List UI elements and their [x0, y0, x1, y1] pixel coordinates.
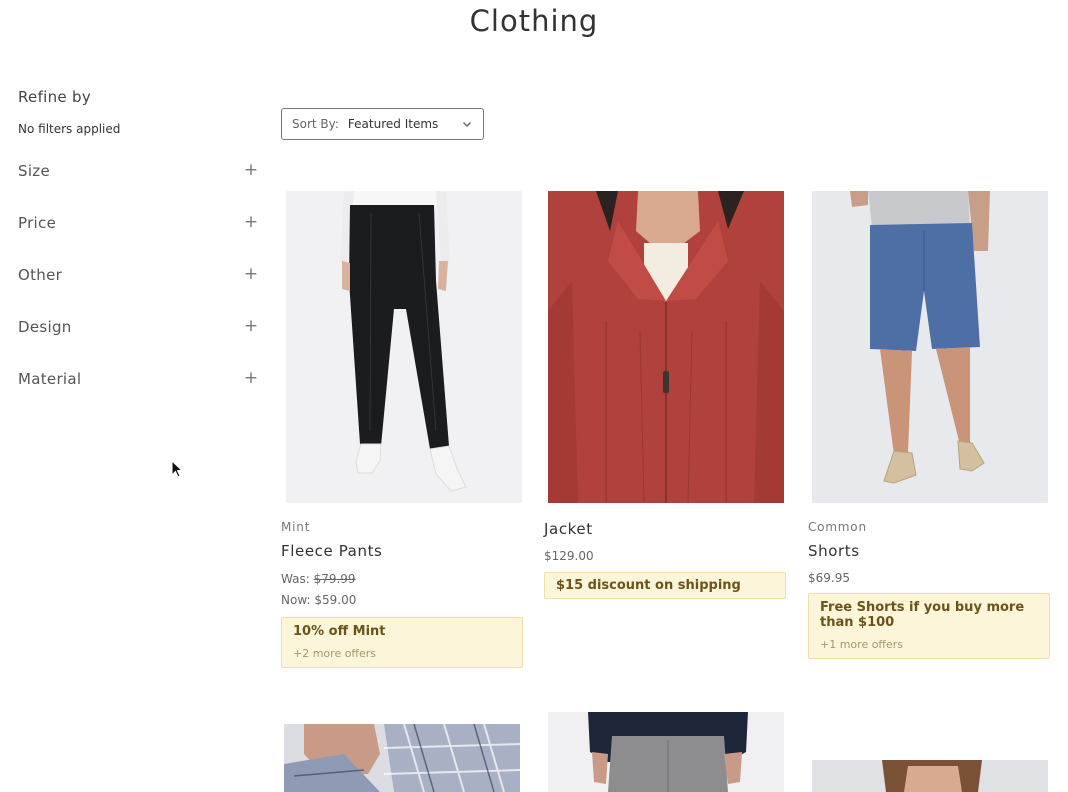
product-image-shorts[interactable]	[812, 191, 1048, 503]
offer-title: 10% off Mint	[293, 624, 386, 639]
facet-other[interactable]: Other +	[18, 266, 260, 318]
product-brand: Mint	[281, 520, 311, 534]
facet-label: Material	[18, 370, 82, 388]
facet-design[interactable]: Design +	[18, 318, 260, 370]
product-card: Mint Fleece Pants Was: $79.99 Now: $59.0…	[281, 191, 523, 668]
now-label: Now:	[281, 593, 311, 607]
filter-sidebar: Refine by No filters applied Size + Pric…	[18, 88, 260, 422]
facet-size[interactable]: Size +	[18, 162, 260, 214]
offer-title: $15 discount on shipping	[556, 578, 741, 593]
chevron-down-icon	[463, 122, 471, 127]
product-image-plaid-shirt[interactable]	[284, 724, 520, 792]
product-card: Jacket $129.00 $15 discount on shipping	[544, 191, 786, 599]
plus-icon[interactable]: +	[243, 318, 259, 335]
facet-label: Design	[18, 318, 72, 336]
offer-badge[interactable]: Free Shorts if you buy more than $100 +1…	[808, 593, 1050, 659]
product-card: Common Shorts $69.95 Free Shorts if you …	[808, 191, 1050, 659]
mouse-cursor-icon	[171, 460, 183, 478]
offer-badge[interactable]: 10% off Mint +2 more offers	[281, 617, 523, 668]
sort-label: Sort By:	[292, 117, 339, 131]
facet-label: Price	[18, 214, 57, 232]
page-title: Clothing	[469, 4, 599, 38]
product-image-fleece-pants[interactable]	[286, 191, 522, 503]
facet-list: Size + Price + Other + Design + Material…	[18, 162, 260, 422]
was-price: $79.99	[313, 572, 356, 586]
now-price: $59.00	[314, 593, 357, 607]
product-name[interactable]: Shorts	[808, 542, 1050, 560]
product-price: Was: $79.99 Now: $59.00	[281, 569, 523, 611]
plus-icon[interactable]: +	[243, 266, 259, 283]
sort-value: Featured Items	[347, 117, 439, 131]
product-image-jacket[interactable]	[548, 191, 784, 503]
product-image-blue-top[interactable]	[812, 760, 1048, 792]
sort-select[interactable]: Sort By: Featured Items	[281, 108, 484, 140]
facet-price[interactable]: Price +	[18, 214, 260, 266]
facet-material[interactable]: Material +	[18, 370, 260, 422]
facet-label: Size	[18, 162, 50, 180]
was-label: Was:	[281, 572, 310, 586]
facet-label: Other	[18, 266, 63, 284]
product-price: $69.95	[808, 571, 850, 585]
offer-title: Free Shorts if you buy more than $100	[820, 600, 1025, 630]
more-offers-link[interactable]: +1 more offers	[820, 638, 1038, 651]
refine-heading: Refine by	[18, 88, 92, 106]
plus-icon[interactable]: +	[243, 214, 259, 231]
product-image-grey-pants[interactable]	[548, 712, 784, 792]
plus-icon[interactable]: +	[243, 370, 259, 387]
product-price: $129.00	[544, 549, 594, 563]
product-brand: Common	[808, 520, 867, 534]
product-name[interactable]: Fleece Pants	[281, 542, 523, 560]
product-name[interactable]: Jacket	[544, 520, 786, 538]
more-offers-link[interactable]: +2 more offers	[293, 647, 511, 660]
offer-badge[interactable]: $15 discount on shipping	[544, 572, 786, 599]
filters-status: No filters applied	[18, 122, 121, 136]
plus-icon[interactable]: +	[243, 162, 259, 179]
